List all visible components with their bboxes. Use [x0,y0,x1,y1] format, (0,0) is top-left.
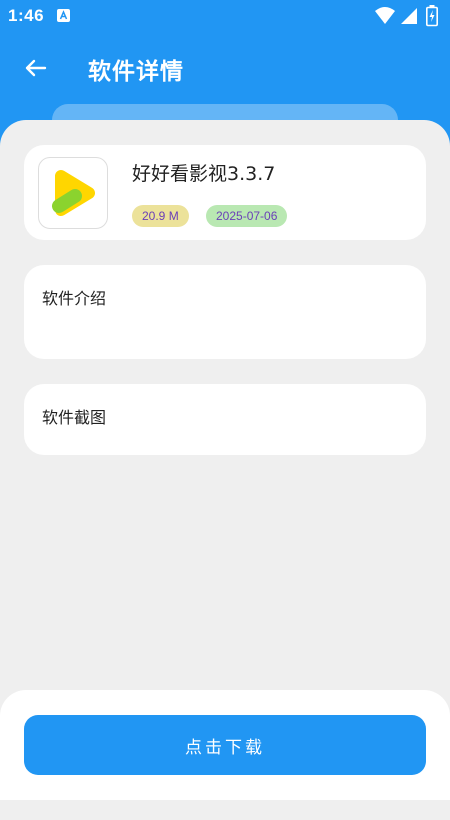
arrow-left-icon[interactable] [22,54,50,82]
app-info-card: 好好看影视3.3.7 20.9 M 2025-07-06 [24,145,426,240]
screenshots-card: 软件截图 [24,384,426,455]
intro-card: 软件介绍 [24,265,426,359]
download-button[interactable]: 点击下载 [24,715,426,775]
app-name: 好好看影视3.3.7 [132,163,276,185]
signal-icon [401,8,417,24]
status-bar: 1:46 [0,0,450,32]
status-time: 1:46 [8,6,45,25]
status-icons [374,5,444,27]
battery-charging-icon [426,5,438,27]
screenshots-heading: 软件截图 [42,408,107,427]
play-triangle-logo [52,170,95,216]
intro-heading: 软件介绍 [42,289,107,308]
app-icon [38,157,108,229]
app-bar: 软件详情 [0,32,450,104]
size-badge: 20.9 M [132,205,189,227]
wifi-icon [375,7,395,24]
bottom-bar: 点击下载 [0,690,450,800]
date-badge: 2025-07-06 [206,205,288,227]
page-title: 软件详情 [88,59,184,85]
notification-app-icon [57,9,70,22]
